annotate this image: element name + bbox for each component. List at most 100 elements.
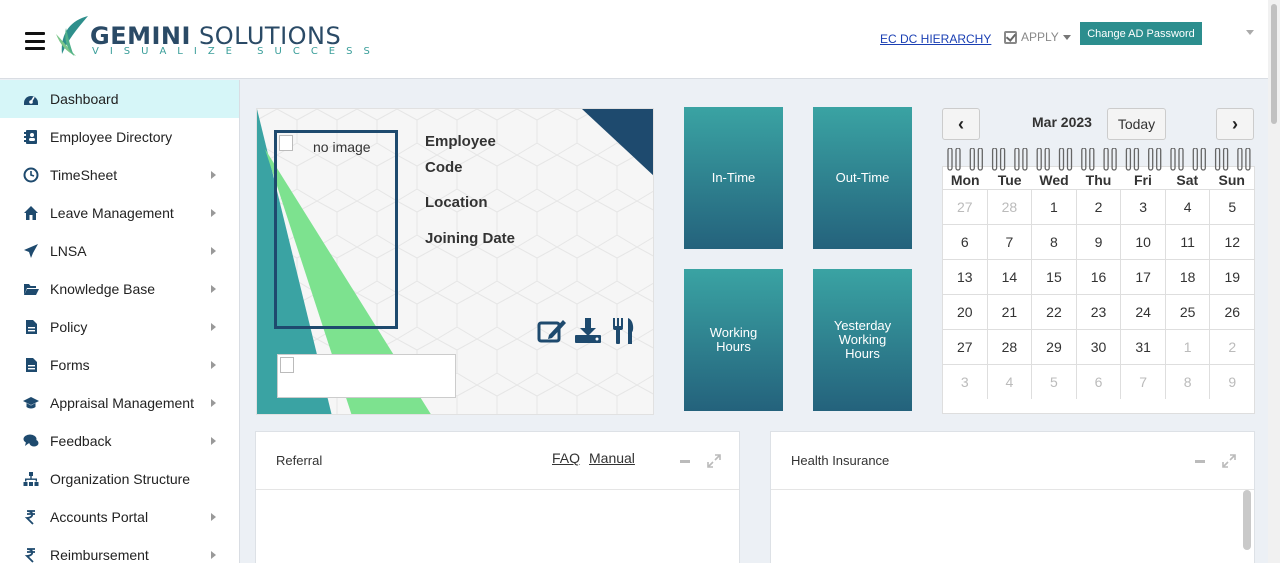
page-scrollbar[interactable] [1268, 0, 1280, 563]
health-insurance-panel-header: Health Insurance [771, 432, 1254, 490]
calendar-day-cell[interactable]: 22 [1031, 295, 1076, 329]
company-logo[interactable]: GEMINI SOLUTIONS VISUALIZE SUCCESS [54, 14, 384, 62]
minimize-icon[interactable] [680, 460, 690, 463]
document-icon [22, 357, 40, 373]
calendar-day-cell[interactable]: 14 [986, 260, 1032, 294]
calendar-day-cell[interactable]: 6 [1075, 365, 1121, 399]
sidebar-item-organization-structure[interactable]: Organization Structure [0, 460, 239, 498]
calendar-day-cell[interactable]: 20 [943, 295, 987, 329]
ec-dc-hierarchy-link[interactable]: EC DC HIERARCHY [880, 32, 991, 46]
calendar-day-cell[interactable]: 1 [1164, 330, 1210, 364]
calendar-day-cell[interactable]: 19 [1209, 260, 1254, 294]
calendar-day-cell[interactable]: 3 [943, 365, 987, 399]
calendar-day-cell[interactable]: 3 [1120, 190, 1165, 224]
sidebar-item-forms[interactable]: Forms [0, 346, 239, 384]
calendar-day-cell[interactable]: 9 [1075, 225, 1121, 259]
checkbox-icon [1004, 30, 1017, 44]
calendar-day-cell[interactable]: 17 [1120, 260, 1165, 294]
calendar-day-cell[interactable]: 8 [1164, 365, 1210, 399]
calendar-day-cell[interactable]: 8 [1031, 225, 1076, 259]
edit-icon[interactable] [536, 315, 568, 347]
calendar-day-cell[interactable]: 28 [986, 190, 1032, 224]
working-hours-tile[interactable]: Working Hours [684, 269, 783, 411]
ring-icon [991, 148, 1006, 171]
sidebar-item-label: Organization Structure [50, 471, 191, 487]
calendar-day-cell[interactable]: 2 [1209, 330, 1254, 364]
address-book-icon [22, 129, 40, 145]
sidebar-item-label: Employee Directory [50, 129, 173, 145]
expand-icon[interactable] [1222, 454, 1236, 468]
company-logo-image [277, 354, 456, 398]
referral-panel-header: Referral FAQ Manual [256, 432, 739, 490]
calendar-day-cell[interactable]: 10 [1120, 225, 1165, 259]
calendar-day-cell[interactable]: 15 [1031, 260, 1076, 294]
yesterday-working-hours-tile[interactable]: Yesterday Working Hours [813, 269, 912, 411]
calendar-day-cell[interactable]: 18 [1164, 260, 1210, 294]
calendar-day-cell[interactable]: 27 [943, 190, 987, 224]
calendar-day-cell[interactable]: 28 [986, 330, 1032, 364]
sidebar-item-leave-management[interactable]: Leave Management [0, 194, 239, 232]
ring-icon [969, 148, 983, 171]
calendar-day-cell[interactable]: 2 [1075, 190, 1121, 224]
calendar-day-cell[interactable]: 23 [1075, 295, 1121, 329]
in-time-tile[interactable]: In-Time [684, 107, 783, 249]
calendar-day-cell[interactable]: 9 [1209, 365, 1254, 399]
sidebar-item-dashboard[interactable]: Dashboard [0, 80, 239, 118]
calendar-day-cell[interactable]: 26 [1209, 295, 1254, 329]
sidebar-item-feedback[interactable]: Feedback [0, 422, 239, 460]
calendar-day-cell[interactable]: 21 [986, 295, 1032, 329]
sitemap-icon [22, 471, 40, 487]
sidebar-item-employee-directory[interactable]: Employee Directory [0, 118, 239, 156]
out-time-tile[interactable]: Out-Time [813, 107, 912, 249]
calendar-day-cell[interactable]: 16 [1075, 260, 1121, 294]
calendar-day-cell[interactable]: 6 [943, 225, 987, 259]
calendar-day-cell[interactable]: 5 [1031, 365, 1076, 399]
download-icon[interactable] [572, 315, 604, 347]
calendar-prev-button[interactable]: ‹ [942, 108, 980, 140]
sidebar-item-policy[interactable]: Policy [0, 308, 239, 346]
calendar-day-cell[interactable]: 7 [1120, 365, 1165, 399]
calendar-week-row: 27 28 29 30 31 1 2 [943, 329, 1254, 364]
calendar-day-cell[interactable]: 29 [1031, 330, 1076, 364]
calendar-day-cell[interactable]: 7 [986, 225, 1032, 259]
scrollbar-thumb[interactable] [1271, 4, 1277, 124]
calendar-day-cell[interactable]: 31 [1120, 330, 1165, 364]
calendar-day-cell[interactable]: 24 [1120, 295, 1165, 329]
sidebar-item-knowledge-base[interactable]: Knowledge Base [0, 270, 239, 308]
calendar-day-cell[interactable]: 12 [1209, 225, 1254, 259]
ring-icon [1148, 148, 1162, 171]
sidebar-item-lnsa[interactable]: LNSA [0, 232, 239, 270]
chevron-right-icon [211, 551, 216, 559]
calendar-day-cell[interactable]: 27 [943, 330, 987, 364]
change-ad-password-button[interactable]: Change AD Password [1080, 22, 1202, 45]
calendar-week-row: 20 21 22 23 24 25 26 [943, 294, 1254, 329]
cutlery-icon[interactable] [608, 315, 640, 347]
panel-scrollbar-thumb[interactable] [1243, 490, 1251, 550]
menu-toggle-icon[interactable] [25, 32, 45, 50]
location-label: Location [425, 194, 488, 211]
calendar-grid: Mon Tue Wed Thu Fri Sat Sun 27 28 1 2 3 4 5 6 7 8 9 10 11 1… [942, 166, 1255, 414]
faq-link[interactable]: FAQ [552, 450, 580, 466]
sidebar-item-reimbursement[interactable]: Reimbursement [0, 536, 239, 563]
profile-card: no image Employee Code Location Joining D… [256, 108, 654, 415]
calendar-day-cell[interactable]: 5 [1209, 190, 1254, 224]
calendar-day-cell[interactable]: 4 [1164, 190, 1210, 224]
sidebar-item-accounts-portal[interactable]: Accounts Portal [0, 498, 239, 536]
user-menu-caret-icon[interactable] [1246, 30, 1254, 35]
expand-icon[interactable] [707, 454, 721, 468]
manual-link[interactable]: Manual [589, 450, 635, 466]
calendar-day-cell[interactable]: 1 [1031, 190, 1076, 224]
calendar-day-cell[interactable]: 25 [1164, 295, 1210, 329]
sidebar-item-timesheet[interactable]: TimeSheet [0, 156, 239, 194]
ring-icon [1081, 148, 1095, 171]
calendar-day-cell[interactable]: 11 [1164, 225, 1210, 259]
caret-down-icon [1062, 34, 1071, 40]
minimize-icon[interactable] [1195, 460, 1205, 463]
calendar-day-cell[interactable]: 4 [986, 365, 1032, 399]
apply-dropdown[interactable]: APPLY [1004, 30, 1071, 44]
calendar-day-cell[interactable]: 30 [1075, 330, 1121, 364]
sidebar-item-appraisal-management[interactable]: Appraisal Management [0, 384, 239, 422]
calendar-day-cell[interactable]: 13 [943, 260, 987, 294]
calendar-today-button[interactable]: Today [1107, 108, 1166, 140]
calendar-next-button[interactable]: › [1216, 108, 1254, 140]
